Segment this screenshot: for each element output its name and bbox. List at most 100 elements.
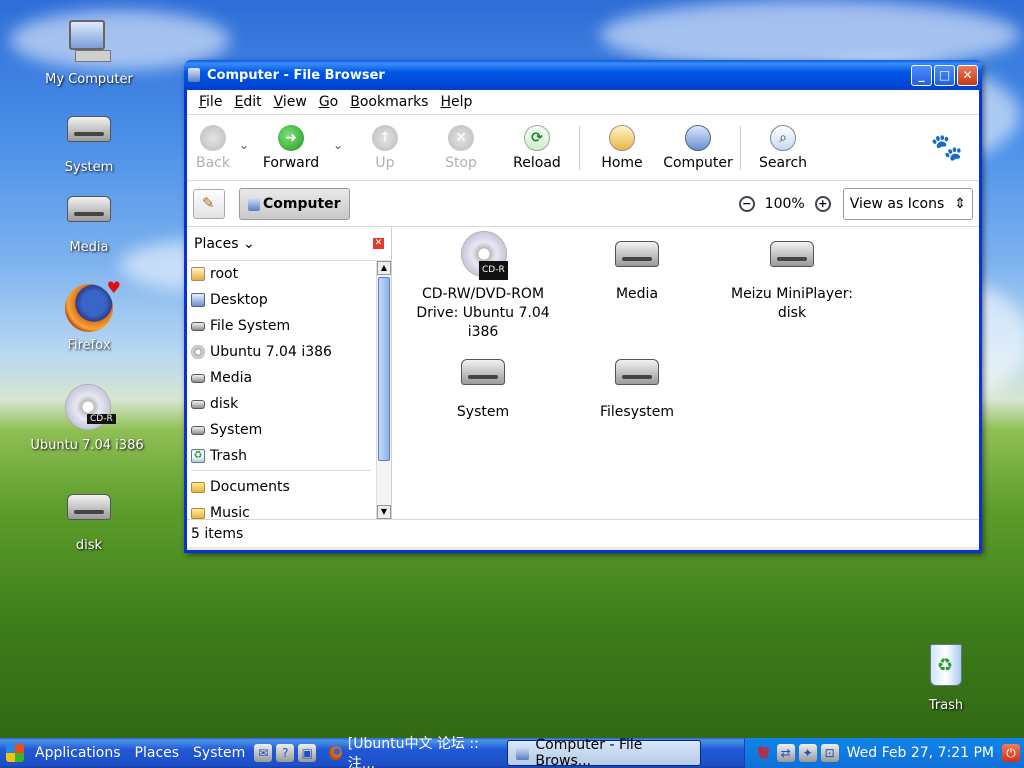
desktop-icon-label: disk	[75, 538, 103, 553]
desktop-icon-label: Media	[69, 240, 109, 255]
mail-icon[interactable]: ✉	[254, 744, 273, 762]
menu-go[interactable]: Go	[313, 94, 344, 110]
help-icon[interactable]: ?	[276, 744, 295, 762]
task-button-file-browser[interactable]: Computer - File Brows...	[507, 737, 702, 768]
desktop-icon-label: Firefox	[67, 338, 111, 353]
file-item-label: Media	[615, 286, 659, 302]
forward-history-dropdown[interactable]: ⌄	[329, 138, 347, 152]
sidebar-item-desktop[interactable]: Desktop	[187, 287, 377, 313]
back-label: Back	[196, 154, 230, 171]
desktop-icon-system[interactable]: System	[29, 102, 149, 175]
stop-label: Stop	[445, 154, 477, 171]
heart-icon: ♥	[106, 278, 121, 297]
sidebar-scrollbar[interactable]: ▲ ▼	[376, 261, 391, 519]
update-notifier-icon[interactable]: ✦	[798, 744, 817, 762]
task-label: [Ubuntu中文 论坛 :: 注...	[347, 736, 479, 768]
power-icon[interactable]: ⏻	[1002, 744, 1020, 762]
zoom-level[interactable]: 100%	[765, 196, 805, 212]
scroll-up-arrow-icon[interactable]: ▲	[377, 261, 391, 275]
computer-icon	[248, 196, 260, 211]
menu-label: ile	[206, 94, 223, 110]
menu-file[interactable]: File	[193, 94, 228, 110]
applications-menu[interactable]: Applications	[28, 745, 128, 761]
file-item-label: Filesystem	[599, 404, 675, 420]
trash-icon	[916, 640, 976, 696]
file-item-media[interactable]: Media	[562, 231, 712, 304]
up-button[interactable]: ↑ Up	[347, 124, 423, 171]
desktop-icon-my-computer[interactable]: My Computer	[29, 14, 149, 87]
sidebar-item-documents[interactable]: Documents	[187, 474, 377, 500]
sidebar-item-label: Media	[210, 370, 253, 386]
sidebar-pane-select[interactable]: Places ⌄	[194, 236, 255, 252]
desktop-icon-label: Trash	[928, 698, 964, 713]
menu-view[interactable]: View	[268, 94, 313, 110]
input-method-icon[interactable]: 智	[755, 744, 773, 762]
file-item-filesystem[interactable]: Filesystem	[562, 349, 712, 422]
file-item-system[interactable]: System	[408, 349, 558, 422]
sidebar-item-disk[interactable]: disk	[187, 391, 377, 417]
forward-button[interactable]: ➜ Forward	[253, 124, 329, 171]
sidebar-item-root[interactable]: root	[187, 261, 377, 287]
gnome-foot-icon: 🐾	[930, 132, 963, 163]
desktop-icon-firefox[interactable]: ♥ Firefox	[29, 278, 149, 353]
desktop-icon-label: My Computer	[45, 72, 133, 87]
menu-bookmarks[interactable]: Bookmarks	[344, 94, 434, 110]
file-item-meizu-disk[interactable]: Meizu MiniPlayer: disk	[717, 231, 867, 323]
cdrom-icon: CD-R	[457, 231, 509, 280]
sidebar-item-music[interactable]: Music	[187, 500, 377, 526]
back-arrow-icon	[200, 124, 226, 151]
menubar: File Edit View Go Bookmarks Help	[187, 90, 979, 115]
sidebar-item-label: Music	[210, 505, 250, 521]
back-button[interactable]: Back	[191, 124, 235, 171]
workspace-switcher-icon[interactable]: ⊡	[820, 744, 839, 762]
drive-icon	[191, 321, 205, 331]
start-logo-icon[interactable]	[6, 744, 24, 762]
search-button[interactable]: ⌕ Search	[745, 124, 821, 171]
sidebar-item-ubuntu-cd[interactable]: Ubuntu 7.04 i386	[187, 339, 377, 365]
chevron-down-icon: ⌄	[238, 235, 255, 252]
scroll-down-arrow-icon[interactable]: ▼	[377, 505, 391, 519]
sidebar-item-media[interactable]: Media	[187, 365, 377, 391]
network-icon[interactable]: ⇄	[776, 744, 795, 762]
desktop-icon-disk[interactable]: disk	[29, 480, 149, 553]
sidebar-item-file-system[interactable]: File System	[187, 313, 377, 339]
desktop-icon-trash[interactable]: Trash	[886, 640, 1006, 713]
maximize-button[interactable]: □	[934, 64, 955, 86]
places-menu[interactable]: Places	[128, 745, 187, 761]
cdrom-icon	[191, 345, 205, 359]
path-crumb-computer[interactable]: Computer	[239, 187, 350, 220]
terminal-icon[interactable]: ▣	[298, 744, 317, 762]
home-folder-icon	[191, 267, 205, 281]
toolbar-separator	[579, 125, 580, 170]
home-button[interactable]: Home	[584, 124, 660, 171]
desktop-icon-media[interactable]: Media	[29, 182, 149, 255]
drive-icon	[59, 102, 119, 158]
menu-mnemonic: E	[234, 94, 244, 110]
menu-edit[interactable]: Edit	[228, 94, 267, 110]
minimize-button[interactable]: _	[911, 64, 932, 86]
computer-button[interactable]: Computer	[660, 124, 736, 171]
task-button-forum[interactable]: [Ubuntu中文 论坛 :: 注...	[321, 736, 501, 768]
clock[interactable]: Wed Feb 27, 7:21 PM	[847, 745, 994, 761]
back-history-dropdown[interactable]: ⌄	[235, 138, 253, 152]
menu-help[interactable]: Help	[434, 94, 478, 110]
desktop-icon-ubuntu-cd[interactable]: CD-R Ubuntu 7.04 i386	[27, 380, 147, 453]
stop-icon: ✕	[448, 124, 474, 151]
file-item-cdrom-drive[interactable]: CD-R CD-RW/DVD-ROM Drive: Ubuntu 7.04 i3…	[408, 231, 558, 342]
window-titlebar[interactable]: Computer - File Browser _ □ ✕	[184, 60, 982, 90]
zoom-out-icon[interactable]: −	[738, 195, 755, 212]
system-menu[interactable]: System	[186, 745, 252, 761]
view-mode-select[interactable]: View as Icons ⇕	[842, 187, 973, 220]
file-item-label: System	[456, 404, 510, 420]
close-button[interactable]: ✕	[957, 64, 978, 86]
stop-button[interactable]: ✕ Stop	[423, 124, 499, 171]
close-sidebar-icon[interactable]: ✕	[373, 238, 384, 249]
sidebar-item-trash[interactable]: ♻ Trash	[187, 443, 377, 469]
sidebar-item-system[interactable]: System	[187, 417, 377, 443]
computer-label: Computer	[663, 154, 733, 171]
toggle-location-entry-button[interactable]	[193, 188, 225, 219]
reload-button[interactable]: ⟳ Reload	[499, 124, 575, 171]
menu-label: dit	[243, 94, 262, 110]
zoom-in-icon[interactable]: +	[814, 195, 831, 212]
scrollbar-thumb[interactable]	[378, 277, 390, 461]
